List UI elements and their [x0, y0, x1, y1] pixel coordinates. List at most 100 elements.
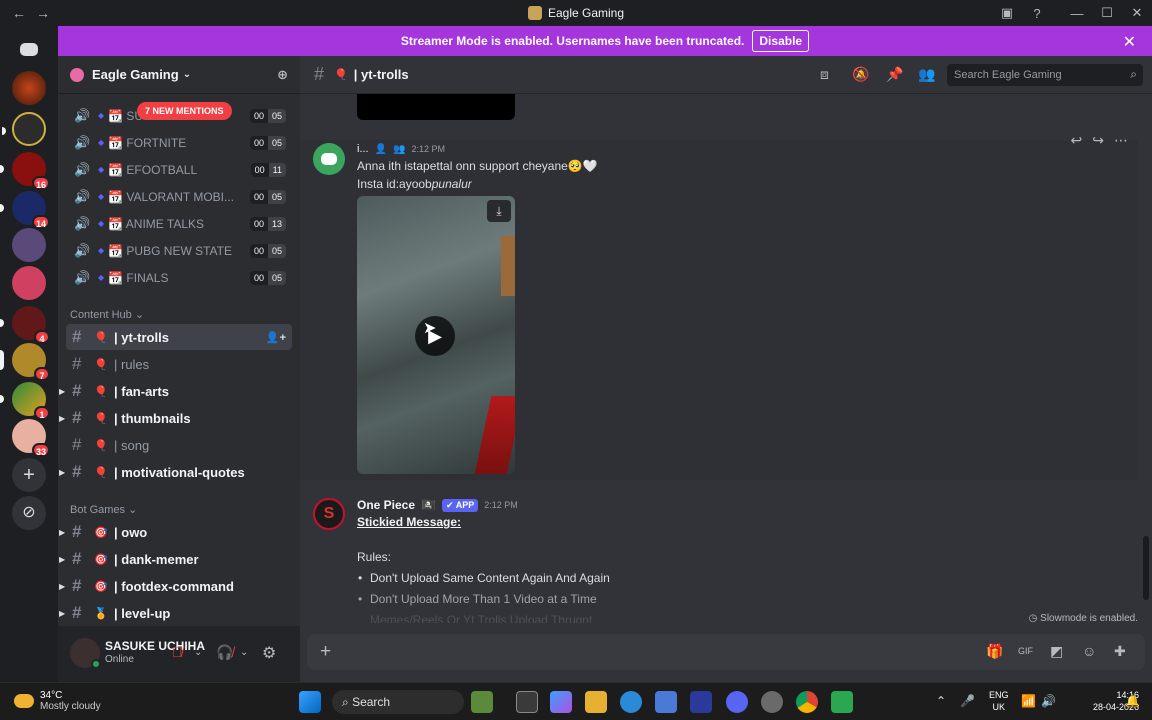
settings-gear-icon[interactable]: ⚙ [262, 643, 276, 663]
server-icon[interactable]: 33 [12, 419, 50, 457]
weather-text: Mostly cloudy [40, 701, 101, 712]
notification-mute-icon[interactable]: 🔕 [852, 66, 869, 83]
app-icon[interactable] [831, 691, 853, 713]
chevron-down-icon[interactable]: ⌄ [240, 647, 248, 658]
voice-channel[interactable]: 🔊 ◆ 📆 FORTNITE 00 05 [66, 129, 292, 156]
category-content-hub[interactable]: Content Hub ⌄ [70, 308, 144, 321]
reply-icon[interactable]: ↩ [1071, 132, 1083, 149]
weather-widget[interactable]: 34°C Mostly cloudy [14, 690, 101, 712]
volume-icon[interactable]: 🔊 [1041, 694, 1056, 708]
invite-people-icon[interactable]: ⊕ [277, 67, 288, 83]
channel-footdex-command[interactable]: ▶ # 🎯 | footdex-command [59, 573, 292, 599]
close-icon[interactable]: ✕ [1123, 32, 1136, 52]
scrollbar[interactable] [1143, 536, 1149, 600]
store-icon[interactable] [655, 691, 677, 713]
add-server-icon[interactable]: + [12, 458, 46, 492]
close-window-button[interactable]: ✕ [1122, 5, 1152, 21]
server-icon[interactable] [12, 71, 46, 105]
channel-yt-trolls[interactable]: # 🎈 | yt-trolls 👤+ [66, 324, 292, 350]
edge-icon[interactable] [620, 691, 642, 713]
download-icon[interactable]: ⤓ [487, 200, 511, 222]
task-view-icon[interactable] [516, 691, 538, 713]
channel-fan-arts[interactable]: ▶ # 🎈 | fan-arts [59, 378, 292, 404]
minimize-button[interactable]: — [1062, 6, 1092, 21]
notification-bell-icon[interactable]: 🔔 [1125, 694, 1140, 708]
invite-icon[interactable]: 👤+ [266, 331, 286, 344]
server-icon[interactable] [2, 112, 46, 146]
server-icon[interactable]: 16 [0, 152, 50, 190]
channel-level-up[interactable]: ▶ # 🏅 | level-up [59, 600, 292, 626]
voice-channel[interactable]: 🔊 ◆ 📆 PUBG NEW STATE 00 05 [66, 237, 292, 264]
server-icon[interactable]: 1 [0, 382, 50, 420]
unread-indicator: ▶ [59, 413, 66, 423]
taskbar-search[interactable]: ⌕ Search [332, 690, 464, 714]
server-icon[interactable] [12, 228, 46, 262]
server-icon[interactable]: 4 [0, 306, 50, 344]
diamond-icon: ◆ [98, 111, 105, 120]
discord-home-icon[interactable] [12, 32, 46, 66]
avatar[interactable] [313, 143, 345, 175]
tray-chevron-up-icon[interactable]: ⌃ [936, 694, 946, 708]
apps-icon[interactable]: ✚ [1114, 643, 1126, 660]
category-bot-games[interactable]: Bot Games ⌄ [70, 503, 137, 516]
author-name[interactable]: i... [357, 143, 369, 155]
channel-dank-memer[interactable]: ▶ # 🎯 | dank-memer [59, 546, 292, 572]
search-input[interactable]: Search Eagle Gaming ⌕ [947, 64, 1143, 86]
guild-header[interactable]: Eagle Gaming ⌄ ⊕ [58, 56, 300, 94]
server-icon[interactable]: 14 [0, 191, 50, 229]
voice-channel[interactable]: 🔊 ◆ 📆 EFOOTBALL 00 11 [66, 156, 292, 183]
maximize-button[interactable]: ☐ [1092, 5, 1122, 21]
channel-rules[interactable]: # 🎈 | rules [66, 351, 292, 377]
hash-icon: # [72, 462, 82, 481]
new-mentions-badge[interactable]: 7 NEW MENTIONS [137, 102, 232, 120]
sticker-icon[interactable]: ◩ [1050, 643, 1063, 660]
pin-icon[interactable]: 📌 [886, 66, 903, 83]
threads-icon[interactable]: ⧈ [820, 66, 829, 83]
gif-icon[interactable]: GIF [1018, 646, 1033, 656]
channel-thumbnails[interactable]: ▶ # 🎈 | thumbnails [59, 405, 292, 431]
channel-motivational-quotes[interactable]: ▶ # 🎈 | motivational-quotes [59, 459, 292, 485]
language-indicator[interactable]: ENG UK [989, 689, 1009, 713]
deafened-headphones-icon[interactable]: 🎧̸ [216, 644, 233, 661]
hash-icon: # [72, 576, 82, 595]
message-composer[interactable]: + 🎁 GIF ◩ ☺ ✚ [307, 634, 1145, 670]
server-icon[interactable]: 7 [0, 343, 50, 381]
channel-song[interactable]: # 🎈 | song [66, 432, 292, 458]
unread-indicator: ▶ [59, 467, 66, 477]
avatar[interactable] [70, 638, 101, 669]
settings-icon[interactable] [761, 691, 783, 713]
discord-icon[interactable] [726, 691, 748, 713]
inbox-icon[interactable]: ▣ [992, 5, 1022, 21]
discover-icon[interactable]: ⊘ [12, 496, 46, 530]
chrome-icon[interactable] [796, 691, 818, 713]
forward-icon[interactable]: ↪ [1092, 132, 1104, 149]
previous-media[interactable] [357, 94, 515, 120]
gift-icon[interactable]: 🎁 [986, 643, 1003, 660]
voice-channel[interactable]: 🔊 ◆ 📆 VALORANT MOBI... 00 05 [66, 183, 292, 210]
start-menu-icon[interactable] [299, 691, 321, 713]
help-icon[interactable]: ? [1022, 6, 1052, 21]
microphone-icon[interactable]: 🎤 [960, 694, 975, 708]
more-icon[interactable]: ⋯ [1114, 132, 1128, 149]
avatar[interactable]: S [313, 498, 345, 530]
copilot-icon[interactable] [550, 691, 572, 713]
channel-owo[interactable]: ▶ # 🎯 | owo [59, 519, 292, 545]
wifi-icon[interactable]: 📶 [1021, 694, 1036, 708]
file-explorer-icon[interactable] [585, 691, 607, 713]
author-name[interactable]: One Piece [357, 498, 415, 512]
username[interactable]: SASUKE UCHIHA [105, 639, 205, 653]
member-list-icon[interactable]: 👥 [918, 66, 935, 83]
voice-channel[interactable]: 🔊 ◆ 📆 FINALS 00 05 [66, 264, 292, 291]
upload-plus-icon[interactable]: + [320, 641, 331, 663]
chevron-down-icon[interactable]: ⌄ [194, 647, 202, 658]
user-limit: 00 05 [249, 270, 286, 285]
vscode-icon[interactable] [690, 691, 712, 713]
sticky-heading: Stickied Message: [357, 515, 462, 529]
voice-channel[interactable]: 🔊 ◆ 📆 ANIME TALKS 00 13 [66, 210, 292, 237]
emoji-icon[interactable]: ☺ [1082, 643, 1096, 659]
widget-icon[interactable] [471, 691, 493, 713]
timestamp: 2:12 PM [411, 144, 446, 154]
server-icon[interactable] [12, 266, 46, 300]
disable-button[interactable]: Disable [752, 30, 810, 52]
muted-mic-icon[interactable]: 🎙̸ [172, 644, 183, 660]
